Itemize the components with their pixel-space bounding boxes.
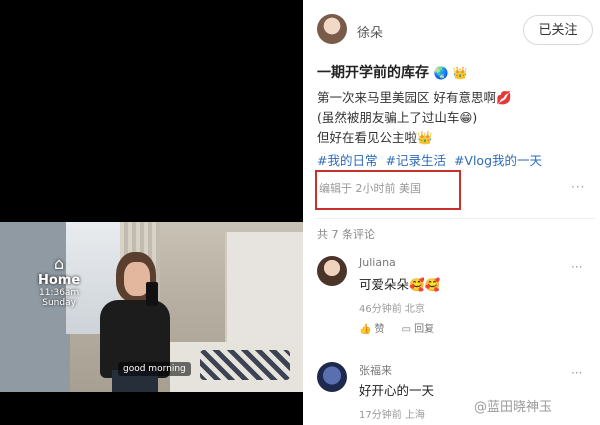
post-panel: 徐朵 已关注 一期开学前的库存 🌏 👑 第一次来马里美园区 好有意思啊💋 (虽然… (303, 0, 600, 425)
reply-icon: ▭ (401, 324, 412, 335)
divider (315, 218, 595, 219)
watermark: @蓝田晓神玉 (474, 400, 553, 415)
follow-button[interactable]: 已关注 (523, 15, 593, 45)
tag-link[interactable]: #Vlog我的一天 (454, 153, 542, 168)
comment-text: 好开心的一天 (359, 383, 435, 398)
post-body: 第一次来马里美园区 好有意思啊💋 (虽然被朋友骗上了过山车😁) 但好在看见公主啦… (317, 88, 592, 148)
video-overlay-home: ⌂ Home 11:36am Sunday (38, 254, 81, 309)
comment-more-button[interactable]: ··· (571, 260, 582, 274)
commenter-avatar[interactable] (317, 362, 347, 392)
video-player[interactable]: ⌂ Home 11:36am Sunday good morning (0, 0, 303, 425)
post-more-button[interactable]: ··· (571, 180, 585, 194)
post-title-emoji: 🌏 👑 (433, 66, 468, 80)
commenter-name[interactable]: Juliana (359, 256, 396, 269)
tag-link[interactable]: #记录生活 (385, 153, 445, 168)
overlay-home-label: Home (38, 273, 81, 288)
like-button[interactable]: 👍 赞 (359, 324, 384, 335)
like-label: 赞 (374, 324, 385, 335)
post-title: 一期开学前的库存 🌏 👑 (317, 62, 468, 82)
overlay-time: 11:36am (38, 288, 80, 298)
author-name[interactable]: 徐朵 (357, 22, 383, 41)
reply-label: 回复 (414, 324, 435, 335)
author-avatar[interactable] (317, 14, 347, 44)
comment-count: 共 7 条评论 (317, 228, 375, 241)
comment-meta: 17分钟前 上海 (359, 410, 425, 421)
post-body-line: (虽然被朋友骗上了过山车😁) (317, 110, 478, 125)
comment-more-button[interactable]: ··· (571, 366, 582, 380)
home-icon: ⌂ (54, 254, 65, 273)
reply-button[interactable]: ▭ 回复 (402, 324, 434, 335)
tag-link[interactable]: #我的日常 (317, 153, 377, 168)
commenter-name[interactable]: 张福来 (359, 362, 392, 378)
comment-meta: 46分钟前 北京 (359, 304, 425, 315)
overlay-sub: Sunday (42, 298, 76, 308)
post-title-text: 一期开学前的库存 (317, 65, 429, 81)
video-caption: good morning (118, 362, 191, 376)
commenter-avatar[interactable] (317, 256, 347, 286)
author-row: 徐朵 已关注 (315, 12, 595, 48)
comment-text: 可爱朵朵🥰🥰 (359, 277, 441, 292)
comment-actions: 👍 赞 ▭ 回复 (359, 320, 448, 335)
post-body-line: 第一次来马里美园区 好有意思啊💋 (317, 90, 512, 105)
thumbs-up-icon: 👍 (359, 324, 372, 335)
video-phone (146, 282, 158, 306)
post-body-line: 但好在看见公主啦👑 (317, 130, 433, 145)
post-tags: #我的日常 #记录生活 #Vlog我的一天 (317, 150, 546, 169)
post-meta: 编辑于 2小时前 美国 (319, 182, 421, 195)
video-bed-cloth (200, 350, 290, 380)
